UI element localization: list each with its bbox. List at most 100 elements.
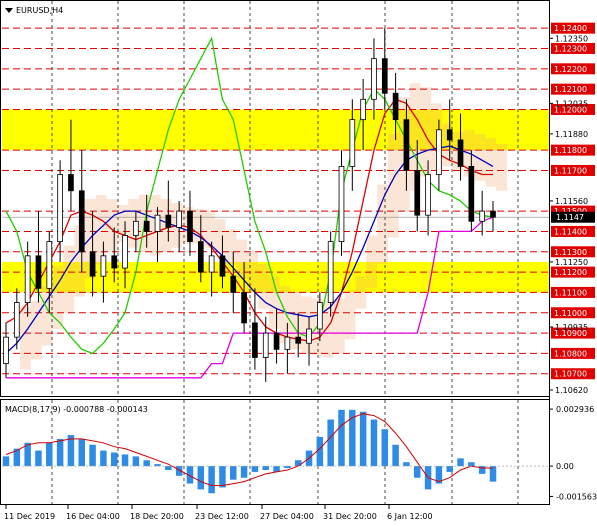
cloud-segment — [496, 144, 507, 191]
time-axis: 11 Dec 2019 16 Dec 04:00 18 Dec 20:00 23 De… — [4, 505, 433, 521]
time-label: 23 Dec 12:00 — [195, 512, 249, 521]
macd-bar — [197, 466, 205, 490]
macd-bar — [121, 454, 129, 467]
candle-body — [436, 129, 442, 175]
time-label: 27 Dec 04:00 — [260, 512, 314, 521]
macd-bar — [316, 436, 324, 467]
candle-body — [349, 119, 356, 167]
candle-body — [273, 332, 280, 350]
time-label: 31 Dec 20:00 — [323, 512, 377, 521]
candle-body — [208, 255, 215, 273]
candle-body — [284, 336, 291, 350]
current-price-label: 1.1147 — [556, 213, 584, 222]
axis-tick-label: 1.10935 — [555, 323, 588, 332]
cloud-segment — [301, 296, 313, 354]
macd-bar — [403, 462, 410, 467]
macd-bar — [2, 456, 10, 467]
price-axis: 1.124001.123001.122001.121001.120001.118… — [549, 22, 595, 395]
macd-bar — [359, 411, 367, 467]
candle-body — [57, 174, 63, 243]
level-tag-label: 1.10700 — [554, 370, 587, 379]
level-tag-label: 1.12200 — [554, 65, 587, 74]
axis-tick-label: 1.12035 — [555, 99, 588, 108]
candle-body — [78, 190, 85, 253]
cloud-segment — [344, 290, 356, 340]
macd-bar — [89, 444, 96, 467]
axis-tick-label: 1.11880 — [555, 130, 588, 139]
chevron-down-icon[interactable] — [5, 8, 13, 13]
cloud-segment — [225, 229, 237, 264]
macd-bar — [446, 466, 453, 472]
macd-title: MACD(8,17,9) -0.000788 -0.000143 — [5, 405, 148, 414]
candle-body — [46, 241, 53, 289]
candle-body — [197, 241, 204, 273]
candle-body — [446, 129, 453, 141]
macd-bar — [370, 419, 378, 467]
macd-bar — [208, 466, 215, 494]
candle-body — [479, 210, 486, 222]
cloud-segment — [52, 266, 64, 330]
cloud-segment — [333, 298, 345, 354]
candle-body — [490, 210, 496, 218]
macd-axis-label: 0.002936 — [556, 405, 594, 414]
macd-bar — [56, 438, 64, 467]
vertical-grid — [51, 1, 519, 504]
candle-body — [403, 119, 410, 171]
candle-body — [392, 92, 399, 121]
time-label: 16 Dec 04:00 — [66, 512, 120, 521]
candle-body — [68, 174, 74, 192]
macd-bar — [100, 450, 107, 467]
macd-bar — [262, 466, 269, 470]
cloud-segment — [20, 306, 31, 370]
candle-body — [295, 336, 302, 344]
level-tag-label: 1.11300 — [554, 248, 587, 257]
candle-body — [252, 322, 258, 358]
candle-body — [306, 328, 312, 344]
cloud-segment — [366, 235, 378, 289]
time-label: 11 Dec 2019 — [4, 512, 55, 521]
candle-body — [24, 255, 31, 303]
macd-bar — [78, 438, 86, 467]
macd-bar — [143, 460, 150, 467]
cloud-segment — [258, 263, 269, 309]
candle-body — [262, 332, 269, 358]
macd-bar — [35, 450, 42, 467]
macd-bar — [294, 460, 302, 467]
macd-bar — [46, 442, 53, 467]
chart-title: EURUSD,H4 — [5, 6, 63, 15]
level-tag-label: 1.11800 — [554, 146, 587, 155]
level-tag-label: 1.12300 — [554, 44, 587, 53]
candle-body — [13, 302, 20, 338]
cloud-segment — [95, 194, 107, 264]
candle-body — [468, 165, 475, 222]
candlesticks — [3, 28, 496, 382]
macd-axis-label: -0.001563 — [556, 492, 597, 501]
macd-bar — [240, 466, 248, 478]
candle-body — [165, 214, 172, 228]
candle-body — [414, 170, 421, 216]
macd-bar — [338, 409, 345, 467]
candle-body — [111, 255, 118, 269]
chart-canvas: 0.0029360.00-0.001563 1.124001.123001.12… — [0, 0, 597, 521]
candle-body — [122, 235, 128, 269]
axis-tick-label: 1.12350 — [555, 34, 588, 43]
level-tag-label: 1.11200 — [554, 268, 587, 277]
time-label: 18 Dec 20:00 — [130, 512, 184, 521]
level-tag-label: 1.12400 — [554, 24, 587, 33]
level-tag-label: 1.11000 — [554, 309, 587, 318]
candle-body — [176, 210, 182, 228]
macd-panel: 0.002936 0.00 -0.001563 — [2, 405, 597, 501]
level-tag-label: 1.11100 — [554, 288, 587, 297]
macd-bar — [457, 458, 464, 467]
candle-body — [143, 220, 150, 232]
macd-bar — [349, 409, 356, 467]
macd-bar — [251, 466, 259, 472]
level-tag-label: 1.11700 — [554, 166, 587, 175]
cloud-segment — [214, 219, 226, 254]
candle-body — [457, 139, 464, 167]
candle-body — [230, 275, 237, 293]
candle-body — [317, 302, 323, 330]
candle-body — [360, 98, 366, 121]
symbol-label: EURUSD,H4 — [16, 6, 63, 15]
candle-body — [219, 255, 226, 277]
